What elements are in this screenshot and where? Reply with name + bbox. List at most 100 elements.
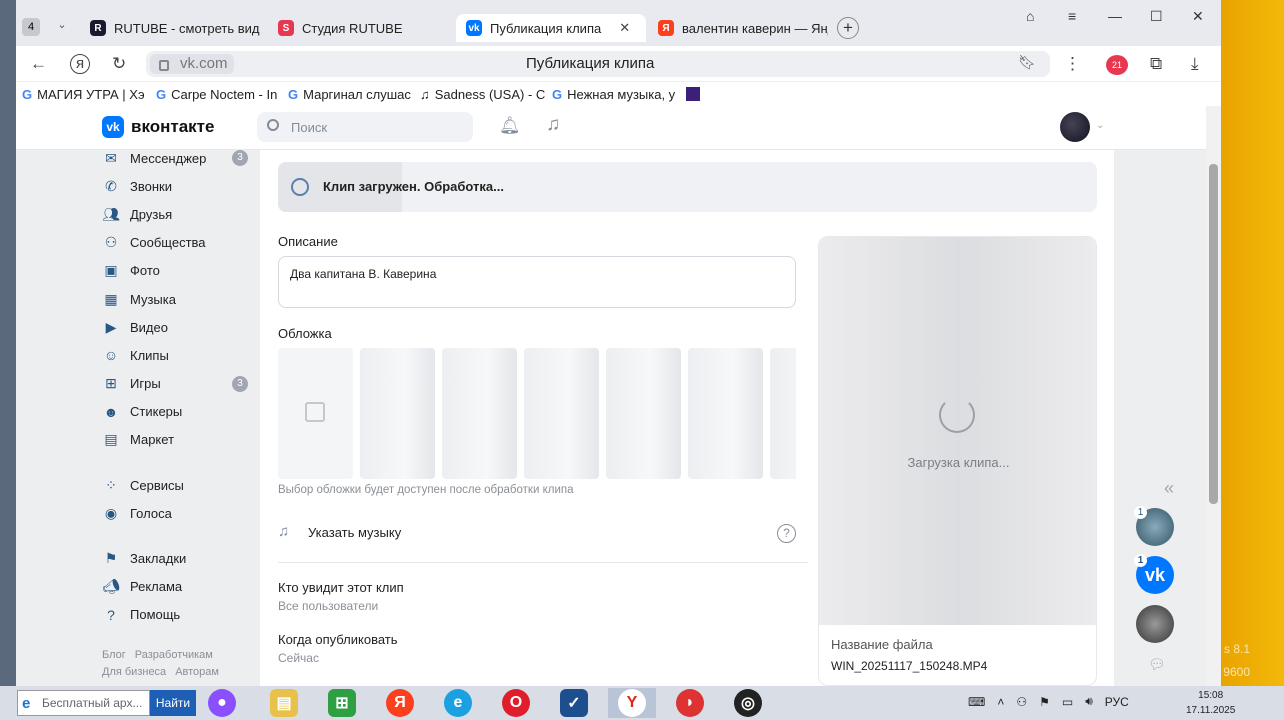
sidebar-item-ads[interactable]: 📣︎ Реклама bbox=[102, 573, 262, 601]
edge-app[interactable]: e bbox=[434, 688, 482, 718]
battery-icon[interactable]: ▭ bbox=[1062, 695, 1073, 709]
yandex-home-icon[interactable]: я bbox=[70, 54, 90, 74]
rail-chat-avatar[interactable]: 1 bbox=[1134, 506, 1174, 546]
bookmark-icon[interactable]: 🔖︎ bbox=[1018, 54, 1036, 71]
tab-rutube-studio[interactable]: S Студия RUTUBE bbox=[268, 14, 448, 42]
sidebar-item-stickers[interactable]: ☻ Стикеры bbox=[102, 398, 262, 426]
cover-option[interactable] bbox=[770, 348, 796, 479]
close-tab-icon[interactable]: ✕ bbox=[619, 20, 630, 36]
security-app[interactable]: ✓ bbox=[550, 688, 598, 718]
yandex-browser-app[interactable]: Y bbox=[608, 688, 656, 718]
downloads-icon[interactable]: ⤓ bbox=[1191, 54, 1199, 74]
tab-clip-publish[interactable]: vk Публикация клипа ✕ bbox=[456, 14, 646, 42]
volume-icon[interactable]: 🔊︎ bbox=[1085, 694, 1093, 709]
sidebar-item-messenger[interactable]: ✉ Мессенджер 3 bbox=[102, 150, 262, 172]
back-icon[interactable]: ← bbox=[30, 54, 47, 74]
sidebar-item-votes[interactable]: ◉ Голоса bbox=[102, 499, 262, 527]
scrollbar-thumb[interactable] bbox=[1209, 164, 1218, 504]
sidebar-item-calls[interactable]: ✆ Звонки bbox=[102, 172, 262, 200]
sidebar-item-bookmarks[interactable]: ⚑ Закладки bbox=[102, 544, 262, 572]
rail-chat-avatar[interactable] bbox=[1136, 605, 1174, 643]
close-window-icon[interactable]: ✕ bbox=[1192, 8, 1204, 25]
cover-option[interactable] bbox=[442, 348, 517, 479]
menu-icon[interactable]: ≡ bbox=[1068, 8, 1076, 24]
opera-icon: O bbox=[502, 689, 530, 717]
vk-search-input[interactable]: Поиск bbox=[257, 112, 473, 142]
language-indicator[interactable]: РУС bbox=[1105, 695, 1129, 709]
minimize-icon[interactable]: — bbox=[1108, 8, 1122, 24]
sidebar-item-communities[interactable]: ⚇ Сообщества bbox=[102, 229, 262, 257]
bookmark-2[interactable]: G Carpe Noctem - In bbox=[150, 83, 282, 105]
footer-link-blog[interactable]: Блог bbox=[102, 649, 126, 661]
bookmark-3[interactable]: G Маргинал слушас bbox=[282, 83, 414, 105]
sidebar-item-music[interactable]: ▦ Музыка bbox=[102, 285, 262, 313]
help-icon[interactable]: ? bbox=[777, 524, 796, 543]
description-input[interactable]: Два капитана В. Каверина bbox=[278, 256, 796, 308]
collapse-rail-icon[interactable]: « bbox=[1164, 478, 1174, 499]
sidebar-item-services[interactable]: ⁘ Сервисы bbox=[102, 471, 262, 499]
network-icon[interactable]: ⚇ bbox=[1016, 695, 1027, 709]
extension-icon[interactable]: 21 bbox=[1106, 55, 1128, 75]
avatar[interactable] bbox=[1060, 112, 1090, 142]
keyboard-icon[interactable]: ⌨ bbox=[968, 695, 985, 709]
store-app[interactable]: ⊞ bbox=[318, 688, 366, 718]
notifications-icon[interactable]: 🔔︎ bbox=[499, 116, 521, 136]
bookmark-5[interactable]: G Нежная музыка, у bbox=[546, 83, 680, 105]
bookmark-6[interactable] bbox=[680, 83, 706, 105]
tray-expand-icon[interactable]: ˄ bbox=[997, 695, 1004, 709]
cover-option[interactable] bbox=[360, 348, 435, 479]
rail-vk-chat[interactable]: vk 1 bbox=[1134, 554, 1174, 594]
sidebar-item-friends[interactable]: 👥︎ Друзья bbox=[102, 200, 262, 228]
bookmark-4[interactable]: ♫ Sadness (USA) - C bbox=[414, 83, 546, 105]
taskbar-clock[interactable]: 15:08 17.11.2025 bbox=[1186, 688, 1235, 718]
sidebar-item-market[interactable]: ▤ Маркет bbox=[102, 426, 262, 454]
maximize-icon[interactable]: ☐ bbox=[1150, 8, 1163, 25]
footer-link-authors[interactable]: Авторам bbox=[175, 666, 219, 678]
more-icon[interactable]: ⋮ bbox=[1064, 54, 1081, 74]
bookmark-1[interactable]: G МАГИЯ УТРА | Хэ bbox=[16, 83, 150, 105]
alice-app[interactable]: ● bbox=[198, 688, 246, 718]
schedule-value[interactable]: Сейчас bbox=[278, 651, 319, 665]
privacy-label[interactable]: Кто увидит этот клип bbox=[278, 580, 404, 595]
new-tab-button[interactable]: + bbox=[837, 17, 859, 39]
cover-picker bbox=[278, 348, 796, 479]
cover-option[interactable] bbox=[524, 348, 599, 479]
page-scrollbar[interactable] bbox=[1206, 106, 1221, 686]
bookmark-manager-icon[interactable]: ⌂ bbox=[1026, 8, 1034, 24]
sidebar-item-clips[interactable]: ☺ Клипы bbox=[102, 341, 262, 369]
tab-rutube[interactable]: R RUTUBE - смотреть видео bbox=[80, 14, 260, 42]
music-icon[interactable]: ♫ bbox=[546, 114, 560, 136]
privacy-value[interactable]: Все пользователи bbox=[278, 599, 378, 613]
yandex-app[interactable]: Я bbox=[376, 688, 424, 718]
obs-app[interactable]: ◎ bbox=[724, 688, 772, 718]
add-music-row[interactable]: ♫ Указать музыку ? bbox=[278, 522, 796, 546]
vk-logo-icon[interactable]: vk bbox=[102, 116, 124, 138]
vk-logo-text[interactable]: вконтакте bbox=[131, 117, 214, 137]
sidebar-item-video[interactable]: ▶ Видео bbox=[102, 313, 262, 341]
taskbar-search-input[interactable]: e Бесплатный арх... bbox=[17, 690, 150, 716]
sidebar-item-help[interactable]: ? Помощь bbox=[102, 601, 262, 629]
url-domain[interactable]: vk.com bbox=[150, 54, 234, 74]
cover-option[interactable] bbox=[688, 348, 763, 479]
reload-icon[interactable]: ↻ bbox=[112, 54, 126, 74]
url-field[interactable]: vk.com Публикация клипа 🔖︎ bbox=[146, 51, 1050, 77]
footer-link-developers[interactable]: Разработчикам bbox=[135, 649, 213, 661]
clip-preview: Загрузка клипа... Название файла WIN_202… bbox=[818, 236, 1097, 686]
sidebar-item-games[interactable]: ⊞ Игры 3 bbox=[102, 370, 262, 398]
flag-icon[interactable]: ⚑ bbox=[1039, 695, 1050, 709]
tabs-dropdown-icon[interactable]: ⌄ bbox=[52, 18, 72, 38]
collections-icon[interactable]: ⧉ bbox=[1150, 54, 1162, 74]
cover-option[interactable] bbox=[606, 348, 681, 479]
cover-upload-button[interactable] bbox=[278, 348, 353, 479]
sidebar-item-photo[interactable]: ▣ Фото bbox=[102, 257, 262, 285]
tab-yandex-search[interactable]: Я валентин каверин — Яндекс bbox=[648, 14, 828, 42]
opera-app[interactable]: O bbox=[492, 688, 540, 718]
footer-link-business[interactable]: Для бизнеса bbox=[102, 666, 166, 678]
chat-icon[interactable]: 💬︎ bbox=[1148, 656, 1166, 673]
explorer-app[interactable]: ▤ bbox=[260, 688, 308, 718]
schedule-label[interactable]: Когда опубликовать bbox=[278, 632, 398, 647]
chevron-down-icon[interactable]: ⌄ bbox=[1096, 120, 1104, 131]
taskbar-search-button[interactable]: Найти bbox=[150, 690, 196, 716]
watermelon-app[interactable]: ◗ bbox=[666, 688, 714, 718]
tab-counter[interactable]: 4 bbox=[16, 14, 46, 40]
